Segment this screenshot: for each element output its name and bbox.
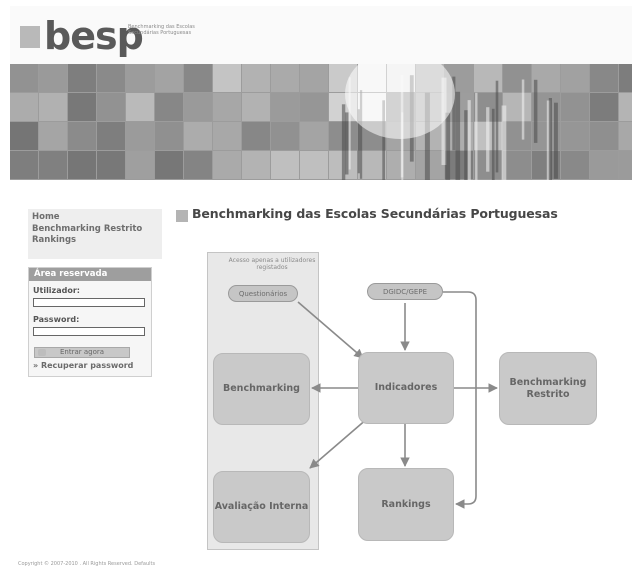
header-banner (10, 64, 632, 180)
login-button-label: Entrar agora (59, 348, 105, 356)
nav-link-rankings[interactable]: Rankings (32, 235, 158, 247)
password-input[interactable] (33, 327, 145, 336)
node-benchmarking-restrito-line1: Benchmarking (509, 376, 587, 388)
username-label: Utilizador: (33, 286, 80, 295)
login-box: Área reservada Utilizador: Password: Ent… (28, 267, 152, 377)
node-benchmarking-restrito-line2: Restrito (526, 388, 570, 400)
flow-diagram: Acesso apenas a utilizadores registados … (200, 246, 608, 554)
password-label: Password: (33, 315, 80, 324)
node-rankings: Rankings (358, 468, 454, 541)
logo-subtitle: Benchmarking das Escolas Secundárias Por… (128, 24, 195, 36)
node-avaliacao-interna: Avaliação Interna (213, 471, 310, 543)
login-button-icon (38, 349, 46, 356)
login-box-title: Área reservada (29, 268, 151, 281)
footer-copyright: Copyright © 2007-2010 . All Rights Reser… (18, 561, 156, 567)
recover-password-link[interactable]: » Recuperar password (33, 361, 133, 370)
logo[interactable]: besp (44, 16, 144, 56)
node-questionarios: Questionários (228, 285, 298, 302)
node-indicadores: Indicadores (358, 352, 454, 424)
nav-link-home[interactable]: Home (32, 212, 158, 224)
sidebar-nav: Home Benchmarking Restrito Rankings (28, 209, 162, 259)
username-input[interactable] (33, 298, 145, 307)
arrow-indicadores-avaliacao-interna (309, 417, 369, 469)
node-benchmarking-restrito: Benchmarking Restrito (499, 352, 597, 425)
header: besp Benchmarking das Escolas Secundária… (10, 6, 632, 64)
page-title: Benchmarking das Escolas Secundárias Por… (192, 206, 558, 221)
banner-mosaic-image (10, 64, 632, 180)
nav-link-benchmarking-restrito[interactable]: Benchmarking Restrito (32, 224, 158, 236)
title-bullet-icon (176, 210, 188, 222)
arrow-questionarios-indicadores (297, 301, 364, 359)
node-dgidc: DGIDC/GEPE (367, 283, 443, 300)
logo-mark (20, 26, 40, 48)
node-benchmarking: Benchmarking (213, 353, 310, 425)
login-button[interactable]: Entrar agora (34, 347, 130, 358)
